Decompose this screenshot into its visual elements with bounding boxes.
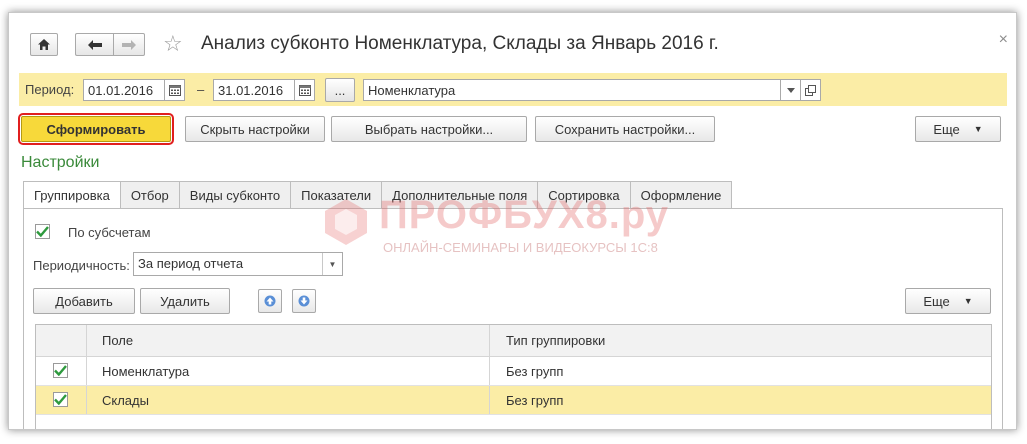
move-up-button[interactable] xyxy=(258,289,282,313)
back-button[interactable] xyxy=(75,33,113,56)
generate-button[interactable]: Сформировать xyxy=(18,113,174,145)
home-button[interactable] xyxy=(30,33,58,56)
calendar-to-button[interactable] xyxy=(295,79,315,101)
save-settings-button[interactable]: Сохранить настройки... xyxy=(535,116,715,142)
caret-down-icon: ▼ xyxy=(973,124,983,134)
calendar-icon xyxy=(298,84,311,96)
chevron-down-icon: ▼ xyxy=(322,253,342,275)
watermark-logo-icon xyxy=(325,199,367,245)
row-field: Номенклатура xyxy=(102,363,190,379)
checkmark-icon xyxy=(54,394,67,405)
period-from-field[interactable]: 01.01.2016 xyxy=(83,79,165,101)
title-bar: ☆ Анализ субконто Номенклатура, Склады з… xyxy=(9,13,1016,73)
row-checkbox[interactable] xyxy=(53,363,68,378)
column-divider xyxy=(489,386,490,414)
subconto-open-button[interactable] xyxy=(801,79,821,101)
row-field: Склады xyxy=(102,392,149,408)
grouping-more-label: Еще xyxy=(923,293,950,309)
row-checkbox[interactable] xyxy=(53,392,68,407)
arrow-left-icon xyxy=(87,39,102,50)
row-grouping-type[interactable]: Без групп xyxy=(506,386,563,414)
watermark-title: ПРОФБУХ8.ру xyxy=(379,193,669,237)
table-row-selected[interactable]: Склады Без групп xyxy=(36,386,991,415)
periodicity-label: Периодичность: xyxy=(33,258,130,273)
checkmark-icon xyxy=(36,226,49,237)
forward-button[interactable] xyxy=(113,33,145,56)
column-divider xyxy=(86,386,87,414)
watermark: ПРОФБУХ8.ру ОНЛАЙН-СЕМИНАРЫ И ВИДЕОКУРСЫ… xyxy=(321,193,721,263)
period-bar: Период: 01.01.2016 – 31.01.2016 ... Номе… xyxy=(19,73,1007,106)
table-row[interactable]: Номенклатура Без групп xyxy=(36,357,991,386)
by-subaccounts-label: По субсчетам xyxy=(68,225,151,240)
move-down-button[interactable] xyxy=(292,289,316,313)
delete-button[interactable]: Удалить xyxy=(140,288,230,314)
chevron-down-icon xyxy=(786,87,795,93)
report-window: ☆ Анализ субконто Номенклатура, Склады з… xyxy=(8,12,1017,430)
grouping-table: Поле Тип группировки Номенклатура Без гр… xyxy=(35,324,992,429)
calendar-icon xyxy=(168,84,181,96)
row-grouping-type[interactable]: Без групп xyxy=(506,357,563,385)
column-header-field[interactable]: Поле xyxy=(102,325,133,356)
period-choose-button[interactable]: ... xyxy=(325,78,355,102)
calendar-from-button[interactable] xyxy=(165,79,185,101)
tab-subconto-types[interactable]: Виды субконто xyxy=(179,181,292,209)
column-divider xyxy=(86,357,87,385)
table-header: Поле Тип группировки xyxy=(36,325,991,357)
settings-title: Настройки xyxy=(21,154,100,171)
checkmark-icon xyxy=(54,365,67,376)
add-button[interactable]: Добавить xyxy=(33,288,135,314)
column-divider xyxy=(489,325,490,356)
period-to-field[interactable]: 31.01.2016 xyxy=(213,79,295,101)
periodicity-value: За период отчета xyxy=(138,256,244,271)
subconto-dropdown-button[interactable] xyxy=(781,79,801,101)
window-title: Анализ субконто Номенклатура, Склады за … xyxy=(201,33,719,54)
more-button-label: Еще xyxy=(933,121,960,137)
by-subaccounts-checkbox[interactable] xyxy=(35,224,50,239)
caret-down-icon: ▼ xyxy=(963,296,973,306)
close-icon[interactable]: × xyxy=(999,31,1008,49)
column-header-grouping-type[interactable]: Тип группировки xyxy=(506,325,605,356)
arrow-up-icon xyxy=(264,295,276,307)
tab-filter[interactable]: Отбор xyxy=(120,181,180,209)
periodicity-select[interactable]: За период отчета ▼ xyxy=(133,252,343,276)
column-divider xyxy=(86,325,87,356)
more-button[interactable]: Еще ▼ xyxy=(915,116,1001,142)
grouping-more-button[interactable]: Еще ▼ xyxy=(905,288,991,314)
home-icon xyxy=(38,39,50,50)
subconto-field[interactable]: Номенклатура xyxy=(363,79,781,101)
open-link-icon xyxy=(805,84,816,96)
period-label: Период: xyxy=(25,82,75,97)
arrow-right-icon xyxy=(122,39,136,50)
favorite-star-icon[interactable]: ☆ xyxy=(163,32,183,56)
tab-grouping[interactable]: Группировка xyxy=(23,181,121,209)
hide-settings-button[interactable]: Скрыть настройки xyxy=(185,116,325,142)
period-dash: – xyxy=(197,82,205,97)
arrow-down-icon xyxy=(298,295,310,307)
column-divider xyxy=(489,357,490,385)
watermark-subtitle: ОНЛАЙН-СЕМИНАРЫ И ВИДЕОКУРСЫ 1С:8 xyxy=(383,240,658,255)
choose-settings-button[interactable]: Выбрать настройки... xyxy=(331,116,527,142)
